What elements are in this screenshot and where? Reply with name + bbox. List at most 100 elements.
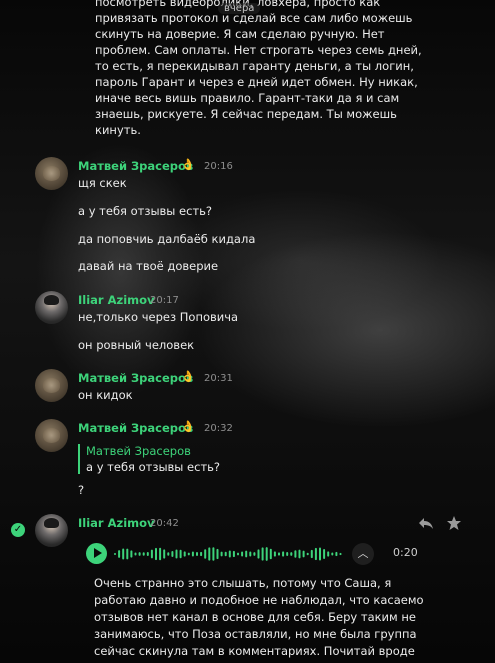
message-time: 20:32: [204, 423, 233, 434]
waveform-bar: [163, 549, 166, 559]
message-text: ?: [78, 483, 85, 497]
message-time: 20:42: [150, 518, 179, 529]
message-line: скинуть на доверие. Я сам сделаю ручную.…: [95, 27, 385, 41]
waveform-bar: [122, 548, 125, 560]
waveform-bar: [130, 550, 133, 558]
message-text: а у тебя отзывы есть?: [78, 204, 213, 218]
star-icon[interactable]: [446, 515, 462, 531]
chevron-up-icon[interactable]: ︿: [352, 543, 374, 565]
message-line: знаешь, рискуете. Я сейчас передам. Ты м…: [95, 107, 397, 121]
waveform-bar: [232, 550, 235, 558]
waveform-bar: [323, 549, 326, 559]
waveform-bar: [118, 550, 121, 558]
waveform-bar: [290, 552, 293, 556]
waveform-bar: [216, 548, 219, 560]
waveform-bar: [294, 550, 297, 558]
waveform-bar: [241, 551, 244, 557]
author-name[interactable]: Iliar Azimov: [78, 293, 155, 307]
waveform-bar: [159, 547, 162, 561]
waveform-bar: [278, 552, 280, 556]
waveform-bar: [212, 547, 215, 561]
message-line: кинуть.: [95, 123, 141, 137]
waveform-bar: [196, 552, 198, 556]
waveform-bar: [331, 552, 334, 556]
message-line: иначе весь вишь правило. Гарант-таки да …: [95, 91, 400, 105]
ok-hand-emoji: 👌: [181, 370, 195, 383]
author-name[interactable]: Матвей Зрасеров: [78, 159, 193, 173]
play-icon[interactable]: [86, 543, 107, 564]
waveform-bar: [146, 552, 149, 556]
message-text: да поповчиь далбаёб кидала: [78, 232, 256, 246]
avatar[interactable]: [35, 419, 68, 452]
avatar[interactable]: [35, 369, 68, 402]
message-line: проблем. Сам оплаты. Нет строгать через …: [95, 43, 422, 57]
waveform-bar: [220, 551, 223, 557]
waveform-bar: [114, 553, 116, 555]
message-text: он кидок: [78, 388, 133, 402]
waveform-bar: [237, 552, 239, 556]
waveform-bar: [191, 551, 194, 557]
waveform-bar: [335, 551, 338, 557]
waveform-bar: [142, 552, 145, 556]
waveform-bar: [167, 552, 170, 556]
waveform-bar: [150, 549, 153, 559]
waveform-bar: [302, 550, 305, 558]
waveform-bar: [155, 547, 157, 561]
waveform-bar: [208, 547, 211, 561]
chat-history: посмотреть видеоролики, ловхера, просто …: [0, 0, 495, 663]
waveform-bar: [298, 549, 301, 559]
waveform-bar: [310, 549, 313, 559]
message-line: то есть, я перекидывал гаранту деньги, а…: [95, 59, 414, 73]
waveform-bar: [282, 551, 285, 557]
message-text: давай на твоё доверие: [78, 259, 219, 273]
waveform-bar: [183, 551, 186, 557]
transcript-line: отзывов нет канал в основе для себя. Бер…: [94, 610, 416, 624]
waveform-bar: [245, 550, 248, 558]
waveform-bar: [257, 549, 260, 559]
waveform-bar: [187, 552, 190, 556]
message-time: 20:17: [150, 295, 179, 306]
transcript-line: Очень странно это слышать, потому что Са…: [94, 576, 392, 590]
waveform-bar: [204, 549, 207, 559]
waveform-bar: [126, 548, 129, 560]
waveform-bar: [134, 552, 137, 556]
reply-text[interactable]: а у тебя отзывы есть?: [86, 459, 220, 475]
avatar[interactable]: [35, 157, 68, 190]
waveform-bar: [228, 550, 231, 558]
waveform-bar: [286, 552, 289, 556]
waveform-bar: [314, 547, 317, 561]
message-text: не,только через Поповича: [78, 310, 239, 324]
author-name[interactable]: Матвей Зрасеров: [78, 371, 193, 385]
reply-icon[interactable]: [418, 515, 434, 531]
author-name[interactable]: Матвей Зрасеров: [78, 421, 193, 435]
waveform-bar: [273, 551, 276, 557]
message-time: 20:16: [204, 161, 233, 172]
waveform-bar: [339, 552, 342, 556]
waveform-bar: [249, 551, 252, 557]
waveform-bar: [265, 547, 268, 561]
waveform-bar: [200, 551, 203, 557]
avatar[interactable]: [35, 514, 68, 547]
transcript-line: сейчас скинула там в комментариях. Почит…: [94, 644, 415, 658]
waveform-bar: [224, 551, 227, 557]
waveform-bar: [138, 552, 141, 556]
message-text: щя скек: [78, 176, 127, 190]
message-time: 20:31: [204, 373, 233, 384]
waveform-bar: [175, 549, 178, 559]
waveform-bar: [253, 552, 256, 556]
waveform-bar: [319, 547, 321, 561]
reply-author[interactable]: Матвей Зрасеров: [86, 444, 191, 458]
ok-hand-emoji: 👌: [181, 420, 195, 433]
message-text: он ровный человек: [78, 338, 195, 352]
voice-waveform[interactable]: [114, 543, 344, 565]
author-name[interactable]: Iliar Azimov: [78, 516, 155, 530]
avatar[interactable]: [35, 291, 68, 324]
check-circle-icon: ✓: [11, 523, 25, 537]
transcript-line: работаю давно и подобное не наблюдал, чт…: [94, 593, 424, 607]
message-line: привязать протокол и сделай все сам либо…: [95, 11, 413, 25]
transcript-line: занимаюсь, что Поза оставляли, но мне бы…: [94, 627, 417, 641]
reply-quote-bar: [78, 444, 80, 474]
message-line: пароль Гарант и через е дней идет обмен.…: [95, 75, 418, 89]
waveform-bar: [179, 549, 182, 559]
waveform-bar: [171, 551, 174, 557]
